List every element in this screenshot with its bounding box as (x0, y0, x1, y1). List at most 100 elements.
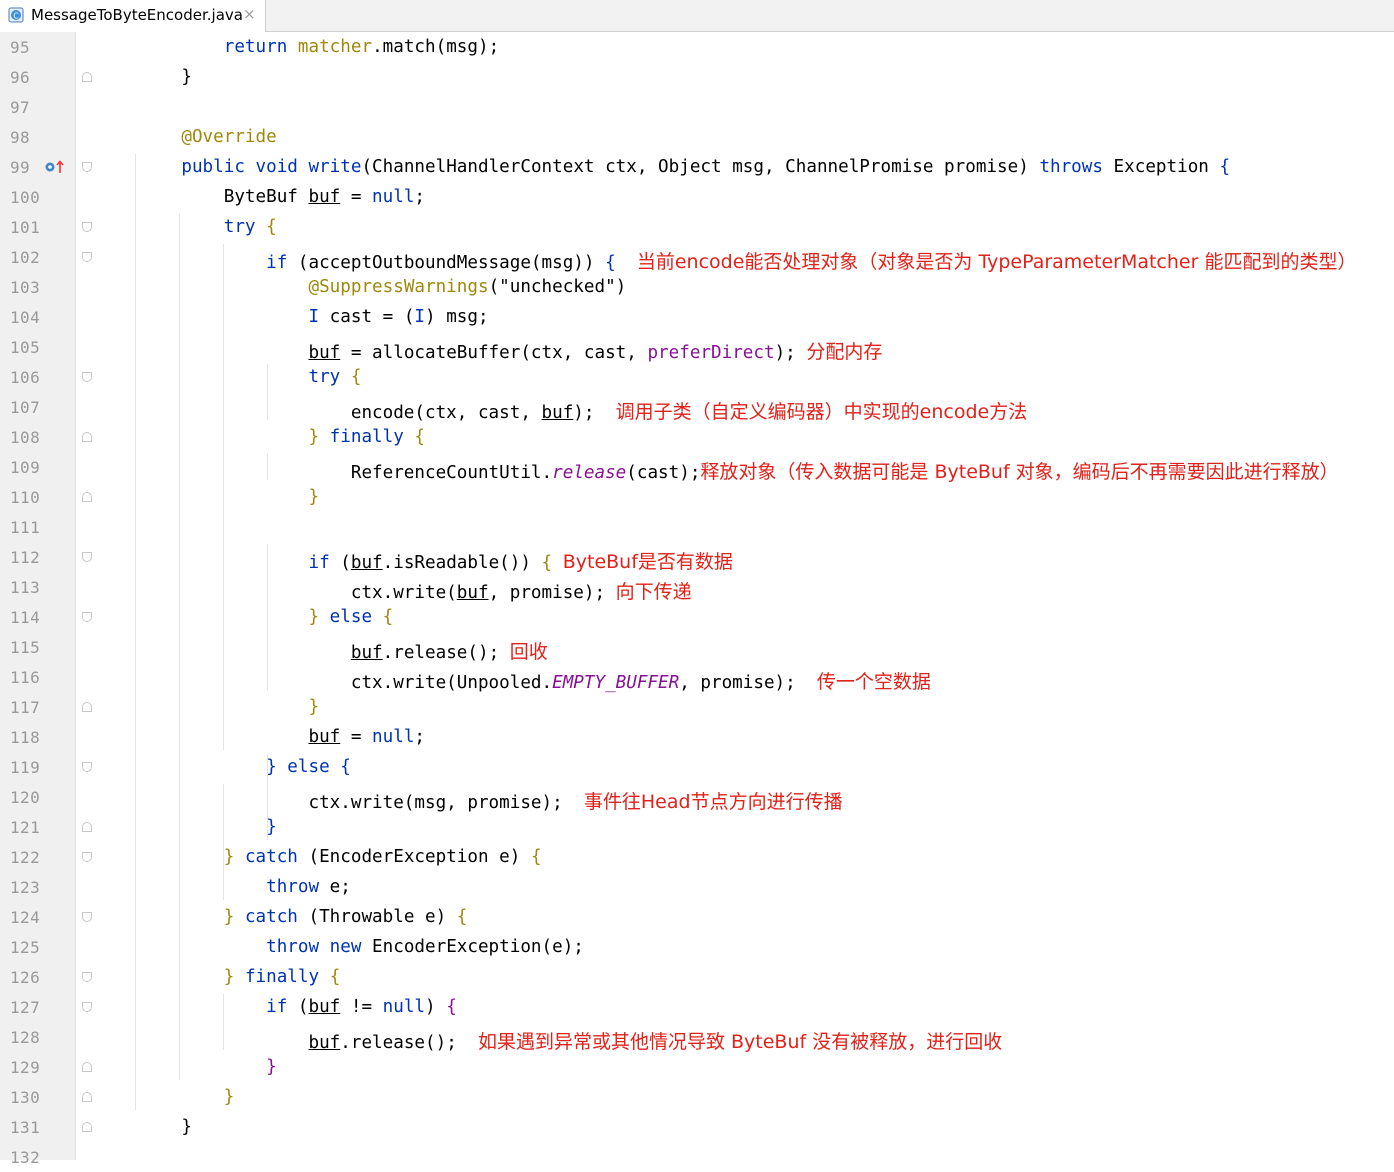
code-line[interactable]: 126 } finally { (0, 962, 1394, 992)
fold-close-icon[interactable] (82, 72, 92, 82)
code-text[interactable]: } (139, 487, 319, 507)
code-line[interactable]: 122 } catch (EncoderException e) { (0, 842, 1394, 872)
code-text[interactable]: @Override (139, 127, 276, 147)
code-editor[interactable]: 95 return matcher.match(msg); 96 } 97 98 @O… (0, 32, 1394, 1172)
file-tab[interactable]: C MessageToByteEncoder.java × (0, 0, 266, 32)
code-text[interactable]: } (139, 1117, 192, 1137)
code-text[interactable]: } catch (EncoderException e) { (139, 847, 542, 867)
code-line[interactable]: 128 buf.release(); 如果遇到异常或其他情况导致 ByteBuf… (0, 1022, 1394, 1054)
code-line[interactable]: 117 } (0, 692, 1394, 722)
code-line[interactable]: 100 ByteBuf buf = null; (0, 182, 1394, 212)
fold-open-icon[interactable] (82, 372, 92, 382)
code-text[interactable]: throw e; (139, 877, 351, 897)
code-line[interactable]: 124 } catch (Throwable e) { (0, 902, 1394, 932)
code-text[interactable]: } (139, 67, 192, 87)
code-line[interactable]: 132 (0, 1142, 1394, 1172)
code-line[interactable]: 111 (0, 512, 1394, 542)
fold-open-icon[interactable] (82, 1002, 92, 1012)
code-line[interactable]: 96 } (0, 62, 1394, 92)
fold-open-icon[interactable] (82, 912, 92, 922)
code-line[interactable]: 131 } (0, 1112, 1394, 1142)
fold-open-icon[interactable] (82, 552, 92, 562)
code-line[interactable]: 118 buf = null; (0, 722, 1394, 752)
code-text[interactable]: } catch (Throwable e) { (139, 907, 468, 927)
code-line[interactable]: 121 } (0, 812, 1394, 842)
code-text[interactable]: try { (139, 367, 361, 387)
fold-close-icon[interactable] (82, 1122, 92, 1132)
code-text[interactable]: ctx.write(Unpooled.EMPTY_BUFFER, promise… (139, 667, 931, 694)
code-token: buf (308, 997, 341, 1017)
code-line[interactable]: 99 public void write(ChannelHandlerConte… (0, 152, 1394, 182)
annotation-note: 传一个空数据 (816, 671, 931, 693)
code-line[interactable]: 113 ctx.write(buf, promise); 向下传递 (0, 572, 1394, 604)
fold-close-icon[interactable] (82, 432, 92, 442)
code-line[interactable]: 102 if (acceptOutboundMessage(msg)) { 当前… (0, 242, 1394, 274)
fold-open-icon[interactable] (82, 762, 92, 772)
fold-close-icon[interactable] (82, 702, 92, 712)
code-text[interactable]: } finally { (139, 967, 341, 987)
code-line[interactable]: 114 } else { (0, 602, 1394, 632)
code-text[interactable]: } else { (139, 757, 351, 777)
code-text[interactable]: buf = allocateBuffer(ctx, cast, preferDi… (139, 337, 882, 364)
code-text[interactable]: } finally { (139, 427, 425, 447)
code-token: if (266, 253, 288, 273)
code-text[interactable]: if (buf != null) { (139, 997, 457, 1017)
fold-open-icon[interactable] (82, 222, 92, 232)
code-line[interactable]: 119 } else { (0, 752, 1394, 782)
close-tab-icon[interactable]: × (243, 5, 256, 23)
fold-close-icon[interactable] (82, 1092, 92, 1102)
code-line[interactable]: 97 (0, 92, 1394, 122)
code-line[interactable]: 129 } (0, 1052, 1394, 1082)
code-text[interactable]: } (139, 817, 277, 837)
fold-open-icon[interactable] (82, 852, 92, 862)
code-text[interactable]: } (139, 1087, 235, 1107)
fold-open-icon[interactable] (82, 252, 92, 262)
override-method-icon[interactable] (45, 160, 67, 174)
code-text[interactable]: buf.release(); 回收 (139, 637, 548, 664)
code-line[interactable]: 130 } (0, 1082, 1394, 1112)
line-number: 101 (10, 218, 41, 237)
code-line[interactable]: 109 ReferenceCountUtil.release(cast);释放对… (0, 452, 1394, 484)
code-line[interactable]: 112 if (buf.isReadable()) { ByteBuf是否有数据 (0, 542, 1394, 574)
code-text[interactable]: return matcher.match(msg); (139, 37, 499, 57)
code-text[interactable]: try { (139, 217, 277, 237)
code-line[interactable]: 116 ctx.write(Unpooled.EMPTY_BUFFER, pro… (0, 662, 1394, 694)
code-line[interactable]: 101 try { (0, 212, 1394, 242)
code-text[interactable]: ByteBuf buf = null; (139, 187, 425, 207)
code-text[interactable]: buf = null; (139, 727, 425, 747)
code-text[interactable]: ReferenceCountUtil.release(cast);释放对象（传入… (139, 457, 1339, 484)
code-line[interactable]: 103 @SuppressWarnings("unchecked") (0, 272, 1394, 302)
code-text[interactable]: } (139, 1057, 277, 1077)
code-text[interactable]: public void write(ChannelHandlerContext … (139, 157, 1230, 177)
code-text[interactable]: encode(ctx, cast, buf); 调用子类（自定义编码器）中实现的… (139, 397, 1027, 424)
code-text[interactable]: if (acceptOutboundMessage(msg)) { 当前enco… (139, 247, 1356, 274)
code-line[interactable]: 120 ctx.write(msg, promise); 事件往Head节点方向… (0, 782, 1394, 814)
code-line[interactable]: 123 throw e; (0, 872, 1394, 902)
code-line[interactable]: 106 try { (0, 362, 1394, 392)
code-text[interactable]: buf.release(); 如果遇到异常或其他情况导致 ByteBuf 没有被… (139, 1027, 1002, 1054)
fold-open-icon[interactable] (82, 972, 92, 982)
code-line[interactable]: 98 @Override (0, 122, 1394, 152)
fold-open-icon[interactable] (82, 162, 92, 172)
fold-close-icon[interactable] (82, 822, 92, 832)
code-line[interactable]: 110 } (0, 482, 1394, 512)
code-text[interactable]: @SuppressWarnings("unchecked") (139, 277, 626, 297)
fold-open-icon[interactable] (82, 612, 92, 622)
code-line[interactable]: 127 if (buf != null) { (0, 992, 1394, 1022)
code-text[interactable]: if (buf.isReadable()) { ByteBuf是否有数据 (139, 547, 732, 574)
code-text[interactable]: I cast = (I) msg; (139, 307, 488, 327)
code-line[interactable]: 125 throw new EncoderException(e); (0, 932, 1394, 962)
code-line[interactable]: 115 buf.release(); 回收 (0, 632, 1394, 664)
code-text[interactable]: ctx.write(buf, promise); 向下传递 (139, 577, 692, 604)
fold-close-icon[interactable] (82, 492, 92, 502)
code-text[interactable]: throw new EncoderException(e); (139, 937, 584, 957)
code-line[interactable]: 95 return matcher.match(msg); (0, 32, 1394, 62)
code-line[interactable]: 105 buf = allocateBuffer(ctx, cast, pref… (0, 332, 1394, 364)
fold-close-icon[interactable] (82, 1062, 92, 1072)
code-text[interactable]: } (139, 697, 319, 717)
code-line[interactable]: 108 } finally { (0, 422, 1394, 452)
code-line[interactable]: 104 I cast = (I) msg; (0, 302, 1394, 332)
code-text[interactable]: ctx.write(msg, promise); 事件往Head节点方向进行传播 (139, 787, 842, 814)
code-line[interactable]: 107 encode(ctx, cast, buf); 调用子类（自定义编码器）… (0, 392, 1394, 424)
